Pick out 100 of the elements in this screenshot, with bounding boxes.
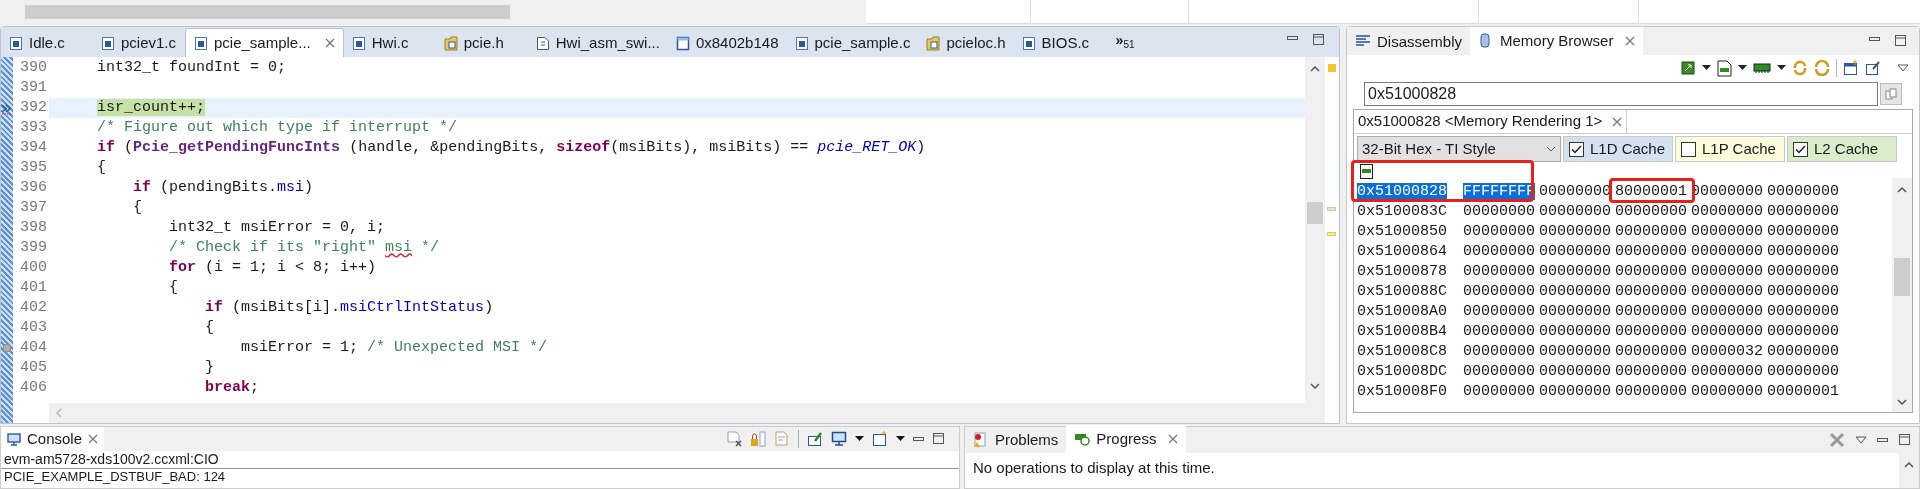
minimize-icon[interactable] — [1877, 436, 1889, 444]
memory-value[interactable]: 00000000 — [1463, 202, 1539, 222]
new-window-icon[interactable] — [872, 431, 888, 447]
vertical-scrollbar[interactable] — [1899, 453, 1919, 488]
memory-value[interactable]: 00000000 — [1539, 302, 1615, 322]
memory-value[interactable]: 00000000 — [1767, 322, 1843, 342]
editor-tab[interactable]: pcieloc.h — [918, 29, 1014, 57]
memory-value[interactable]: 00000000 — [1615, 302, 1691, 322]
close-icon[interactable] — [1168, 434, 1179, 444]
scrollbar-thumb[interactable] — [1894, 258, 1910, 296]
scrollbar-thumb[interactable] — [1307, 202, 1323, 224]
memory-value[interactable]: 00000000 — [1691, 362, 1767, 382]
editor-tab[interactable]: pcie_sample... — [185, 28, 344, 57]
panel-tab[interactable]: Disassembly — [1347, 29, 1471, 55]
memory-value[interactable]: 00000000 — [1767, 302, 1843, 322]
document-icon[interactable] — [1717, 59, 1732, 77]
editor-tab[interactable]: Idle.c — [1, 29, 93, 57]
cache-checkbox[interactable]: L2 Cache — [1787, 136, 1897, 162]
editor-tab[interactable]: Hwi_asm_swi... — [527, 29, 668, 57]
chip-icon[interactable] — [1680, 60, 1696, 76]
memory-value[interactable]: 00000000 — [1463, 322, 1539, 342]
maximize-icon[interactable] — [1313, 34, 1325, 46]
memory-value[interactable]: 00000000 — [1463, 362, 1539, 382]
editor-tab[interactable]: pcie_sample.c — [786, 29, 919, 57]
breakpoint-icon[interactable] — [2, 343, 12, 353]
memory-value[interactable]: 00000000 — [1463, 342, 1539, 362]
memory-value[interactable]: 00000000 — [1691, 302, 1767, 322]
caret-icon[interactable] — [896, 436, 905, 442]
memory-value[interactable]: 00000000 — [1463, 282, 1539, 302]
memory-value[interactable]: 00000000 — [1539, 362, 1615, 382]
memory-value[interactable]: 00000000 — [1615, 222, 1691, 242]
view-menu-icon[interactable] — [1855, 436, 1867, 444]
memory-value[interactable]: 00000000 — [1615, 362, 1691, 382]
format-dropdown[interactable]: 32-Bit Hex - TI Style — [1357, 136, 1561, 162]
memory-value[interactable]: 00000000 — [1463, 242, 1539, 262]
memory-value[interactable]: 00000000 — [1767, 282, 1843, 302]
memory-value[interactable]: 00000032 — [1691, 342, 1767, 362]
memory-value[interactable]: 00000000 — [1463, 302, 1539, 322]
memory-value[interactable]: 00000000 — [1539, 242, 1615, 262]
memory-value[interactable]: 00000000 — [1691, 382, 1767, 402]
memory-value[interactable]: 00000000 — [1539, 222, 1615, 242]
memory-value[interactable]: 00000000 — [1691, 262, 1767, 282]
cache-checkbox[interactable]: L1P Cache — [1675, 136, 1785, 162]
clear-console-icon[interactable] — [726, 431, 742, 447]
memory-value[interactable]: 00000000 — [1539, 322, 1615, 342]
memory-value[interactable]: 00000000 — [1615, 202, 1691, 222]
close-icon[interactable] — [1625, 36, 1636, 46]
memory-value[interactable]: 00000000 — [1615, 342, 1691, 362]
memory-value[interactable]: 00000000 — [1539, 282, 1615, 302]
memory-value[interactable]: 00000000 — [1463, 222, 1539, 242]
minimize-icon[interactable] — [1869, 35, 1881, 43]
memory-value[interactable]: 00000001 — [1767, 382, 1843, 402]
maximize-icon[interactable] — [1895, 35, 1907, 47]
memory-value[interactable]: 00000000 — [1691, 222, 1767, 242]
pin-icon[interactable] — [807, 431, 823, 447]
panel-tab[interactable]: Problems — [965, 427, 1067, 453]
memory-value[interactable]: 00000000 — [1767, 262, 1843, 282]
minimize-icon[interactable] — [1287, 34, 1299, 42]
editor-tab[interactable]: Hwi.c — [343, 29, 436, 57]
editor-tab[interactable]: pciev1.c — [93, 29, 185, 57]
memory-value[interactable]: 00000000 — [1691, 282, 1767, 302]
memory-value[interactable]: 00000000 — [1615, 242, 1691, 262]
memory-value[interactable]: 00000000 — [1767, 182, 1843, 202]
scrollbar-thumb[interactable] — [25, 5, 510, 19]
monitor-icon[interactable] — [831, 431, 847, 447]
memory-value[interactable]: 00000000 — [1767, 362, 1843, 382]
memory-value[interactable]: 00000000 — [1767, 242, 1843, 262]
memory-value[interactable]: 00000000 — [1767, 342, 1843, 362]
address-field[interactable]: 0x51000828 — [1364, 82, 1878, 106]
memory-chip-icon[interactable] — [1753, 62, 1771, 74]
panel-tab[interactable]: Progress — [1066, 425, 1187, 453]
caret-icon[interactable] — [1777, 65, 1786, 71]
overview-marker[interactable] — [1327, 232, 1336, 236]
memory-value[interactable]: 00000000 — [1539, 182, 1615, 202]
horizontal-scrollbar[interactable] — [49, 403, 1305, 423]
memory-value[interactable]: 00000000 — [1691, 242, 1767, 262]
memory-value[interactable]: 00000000 — [1539, 202, 1615, 222]
vertical-scrollbar[interactable] — [1305, 57, 1325, 423]
memory-value[interactable]: 80000001 — [1615, 182, 1691, 202]
caret-icon[interactable] — [855, 436, 864, 442]
vertical-scrollbar[interactable] — [1892, 178, 1912, 412]
caret-icon[interactable] — [1738, 65, 1747, 71]
memory-value[interactable]: 00000000 — [1691, 322, 1767, 342]
minimize-icon[interactable] — [913, 435, 925, 443]
caret-icon[interactable] — [1702, 65, 1711, 71]
editor-tab[interactable]: BIOS.c — [1013, 29, 1106, 57]
close-icon[interactable] — [324, 38, 335, 48]
memory-value[interactable]: 00000000 — [1767, 222, 1843, 242]
memory-value[interactable]: 00000000 — [1539, 262, 1615, 282]
memory-value[interactable]: 00000000 — [1767, 202, 1843, 222]
memory-value[interactable]: 00000000 — [1615, 262, 1691, 282]
close-icon[interactable] — [88, 434, 99, 444]
panel-tab[interactable]: Memory Browser — [1470, 27, 1644, 55]
editor-tab[interactable]: pcie.h — [435, 29, 528, 57]
memory-value[interactable]: 00000000 — [1615, 282, 1691, 302]
memory-value[interactable]: 00000000 — [1615, 382, 1691, 402]
close-icon[interactable] — [1612, 116, 1623, 127]
memory-value[interactable]: 00000000 — [1615, 322, 1691, 342]
memory-value[interactable]: 00000000 — [1691, 202, 1767, 222]
overview-marker[interactable] — [1328, 64, 1336, 72]
